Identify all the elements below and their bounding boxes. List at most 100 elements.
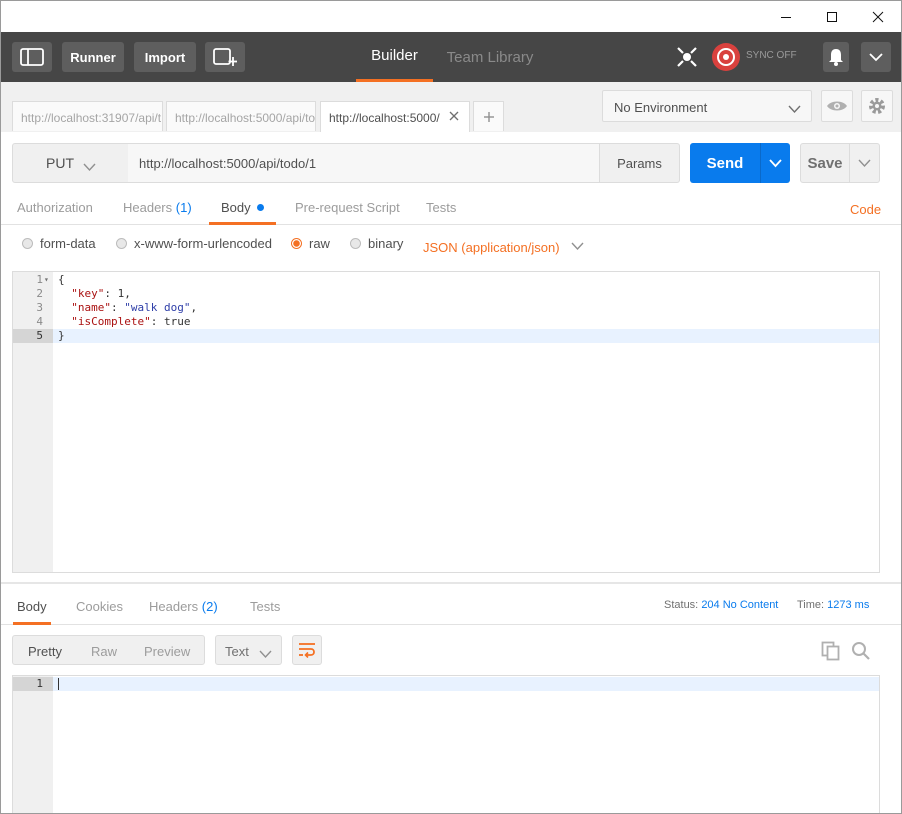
json-sep: : xyxy=(111,301,125,314)
time-label: Time: xyxy=(797,599,825,611)
environment-quick-look-button[interactable] xyxy=(821,90,853,122)
response-format-select[interactable]: Text xyxy=(215,635,282,665)
chevron-down-icon xyxy=(259,647,272,662)
copy-response-button[interactable] xyxy=(821,641,841,664)
request-tabs-bar: http://localhost:31907/api/t http://loca… xyxy=(1,82,901,132)
save-button[interactable]: Save xyxy=(800,143,850,183)
params-button[interactable]: Params xyxy=(599,143,680,183)
line-content: "name": "walk dog", xyxy=(58,301,197,315)
response-tab-headers[interactable]: Headers (2) xyxy=(149,599,218,625)
radio-urlencoded[interactable]: x-www-form-urlencoded xyxy=(116,236,272,251)
radio-binary[interactable]: binary xyxy=(350,236,403,251)
search-response-button[interactable] xyxy=(851,641,871,664)
tab-headers-label: Headers xyxy=(123,200,173,215)
response-tab-cookies[interactable]: Cookies xyxy=(76,599,123,625)
json-string: "walk dog" xyxy=(124,301,191,314)
view-mode-segment: Pretty Raw Preview xyxy=(12,635,205,665)
sidebar-toggle-button[interactable] xyxy=(12,42,52,72)
notifications-button[interactable] xyxy=(823,42,849,72)
close-window-button[interactable] xyxy=(855,1,901,32)
line-number: 5 xyxy=(13,329,53,343)
view-mode-pretty[interactable]: Pretty xyxy=(28,644,62,659)
line-number: 2 xyxy=(36,287,43,300)
tab-body[interactable]: Body xyxy=(209,200,277,225)
json-rest: : 1, xyxy=(104,287,131,300)
tab-body-label: Body xyxy=(221,200,251,215)
content-type-value: JSON (application/json) xyxy=(423,240,560,255)
response-tab-tests[interactable]: Tests xyxy=(250,599,280,625)
chevron-down-icon xyxy=(83,159,96,175)
manage-environments-button[interactable] xyxy=(861,90,893,122)
view-mode-raw[interactable]: Raw xyxy=(91,644,117,659)
save-options-button[interactable] xyxy=(849,143,880,183)
import-button[interactable]: Import xyxy=(134,42,196,72)
wrap-lines-icon xyxy=(299,643,315,658)
response-time: Time: 1273 ms xyxy=(797,599,869,611)
close-tab-icon[interactable] xyxy=(449,110,459,124)
request-body-editor[interactable]: 1 ▾ { 2 "key": 1, 3 "name": "walk dog", … xyxy=(12,271,880,573)
request-tab-label: http://localhost:5000/ xyxy=(329,111,440,125)
headers-count-badge: (1) xyxy=(175,200,192,215)
tab-team-library[interactable]: Team Library xyxy=(441,32,539,82)
body-type-selector: form-data x-www-form-urlencoded raw bina… xyxy=(1,225,901,267)
url-input[interactable]: http://localhost:5000/api/todo/1 xyxy=(128,143,600,183)
environment-select-value: No Environment xyxy=(614,100,708,115)
new-tab-button[interactable] xyxy=(205,42,245,72)
send-options-button[interactable] xyxy=(760,143,790,183)
app-window: Runner Import Builder Team Library SYNC … xyxy=(0,0,902,814)
radio-form-data[interactable]: form-data xyxy=(22,236,96,251)
response-status: Status: 204 No Content xyxy=(664,599,778,611)
editor-line: 1 ▾ { xyxy=(13,273,879,287)
add-tab-button[interactable] xyxy=(473,101,504,131)
method-select[interactable]: PUT xyxy=(12,143,129,183)
generate-code-link[interactable]: Code xyxy=(850,202,881,217)
json-end: , xyxy=(190,301,198,314)
copy-icon xyxy=(821,641,840,661)
radio-label: binary xyxy=(368,236,404,251)
tab-prerequest-script[interactable]: Pre-request Script xyxy=(295,200,400,225)
tab-headers[interactable]: Headers (1) xyxy=(123,200,192,225)
editor-line-active: 5 } xyxy=(13,329,879,343)
json-key: "isComplete" xyxy=(71,315,151,328)
tab-authorization[interactable]: Authorization xyxy=(17,200,93,225)
status-value: 204 No Content xyxy=(701,599,779,611)
response-tab-headers-label: Headers xyxy=(149,599,199,614)
view-mode-preview[interactable]: Preview xyxy=(144,644,190,659)
radio-label: x-www-form-urlencoded xyxy=(134,236,272,251)
gear-icon xyxy=(869,98,885,114)
request-tab[interactable]: http://localhost:31907/api/t xyxy=(12,101,163,131)
app-header: Runner Import Builder Team Library SYNC … xyxy=(1,32,901,82)
editor-gutter xyxy=(13,676,53,813)
new-window-icon xyxy=(213,48,237,66)
tab-builder[interactable]: Builder xyxy=(356,32,433,82)
response-body-viewer[interactable]: 1 xyxy=(12,675,880,813)
request-tab[interactable]: http://localhost:5000/api/to xyxy=(166,101,316,131)
editor-line: 3 "name": "walk dog", xyxy=(13,301,879,315)
fold-arrow-icon[interactable]: ▾ xyxy=(44,273,49,287)
minimize-button[interactable] xyxy=(763,1,809,32)
sync-status-label: SYNC OFF xyxy=(746,50,797,61)
send-button[interactable]: Send xyxy=(690,143,760,183)
runner-button[interactable]: Runner xyxy=(62,42,124,72)
satellite-icon xyxy=(677,47,697,67)
content-type-select[interactable]: JSON (application/json) xyxy=(423,239,584,255)
minimize-icon xyxy=(781,16,791,18)
environment-select[interactable]: No Environment xyxy=(602,90,812,122)
wrap-lines-button[interactable] xyxy=(292,635,322,665)
request-tab-active[interactable]: http://localhost:5000/ xyxy=(320,101,470,132)
plus-icon xyxy=(483,111,494,122)
maximize-button[interactable] xyxy=(809,1,855,32)
json-key: "key" xyxy=(71,287,105,300)
sync-button[interactable] xyxy=(711,42,741,72)
title-bar xyxy=(1,1,901,32)
settings-menu-button[interactable] xyxy=(861,42,891,72)
method-value: PUT xyxy=(46,155,74,171)
text-cursor xyxy=(58,678,59,690)
tab-tests[interactable]: Tests xyxy=(426,200,456,225)
search-icon xyxy=(852,642,870,660)
interceptor-button[interactable] xyxy=(673,44,701,70)
response-tab-body[interactable]: Body xyxy=(13,599,51,625)
radio-raw[interactable]: raw xyxy=(291,236,330,251)
chevron-down-icon xyxy=(869,53,883,62)
maximize-icon xyxy=(827,11,837,22)
